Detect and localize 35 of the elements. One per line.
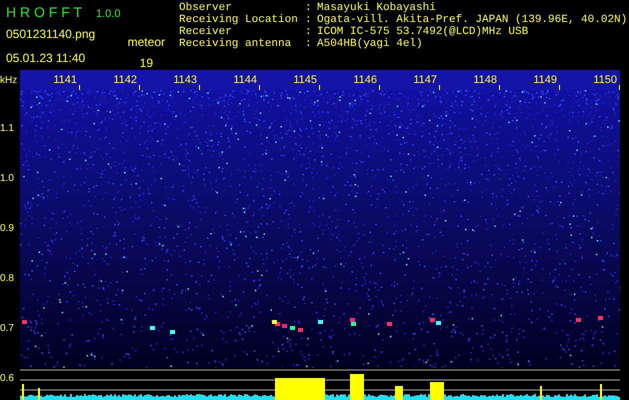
time-label: 1145 — [293, 72, 318, 88]
frequency-label: 0.6 — [0, 372, 14, 386]
info-label: Receiving Location — [179, 14, 299, 26]
info-separator: : — [305, 26, 313, 38]
frequency-label: 0.8 — [0, 272, 14, 286]
info-value: ICOM IC-575 53.7492(@LCD)MHz USB — [317, 26, 528, 38]
file-name: 0501231140.png — [6, 26, 96, 43]
info-separator: : — [305, 14, 313, 26]
detection-count: 19 — [140, 57, 153, 69]
detection-label: meteor — [128, 34, 165, 51]
frequency-label: 0.9 — [0, 222, 14, 236]
time-label: 1143 — [173, 72, 198, 88]
app-version: 1.0.0 — [96, 7, 120, 22]
time-label: 1150 — [593, 72, 618, 88]
info-label: Receiving antenna — [179, 38, 292, 50]
time-label: 1144 — [233, 72, 258, 88]
info-separator: : — [305, 38, 313, 50]
time-label: 1147 — [413, 72, 438, 88]
frequency-label: 1.0 — [0, 172, 14, 186]
info-value: Masayuki Kobayashi — [317, 2, 436, 14]
frequency-label: 0.7 — [0, 322, 14, 336]
time-label: 1149 — [533, 72, 558, 88]
time-label: 1146 — [353, 72, 378, 88]
time-label: 1142 — [113, 72, 138, 88]
info-value: A504HB(yagi 4el) — [317, 38, 423, 50]
frequency-label: 1.1 — [0, 122, 14, 136]
info-label: Receiver — [179, 26, 233, 38]
app-title: H R O F F T — [6, 3, 82, 22]
info-label: Observer — [179, 2, 233, 14]
info-value: Ogata-vill. Akita-Pref. JAPAN (139.96E, 40.02N) — [317, 14, 628, 26]
time-label: 1141 — [53, 72, 78, 88]
timestamp: 05.01.23 11:40 — [6, 50, 86, 67]
axis-unit: kHz — [0, 74, 18, 88]
info-separator: : — [305, 2, 313, 14]
time-label: 1148 — [473, 72, 498, 88]
